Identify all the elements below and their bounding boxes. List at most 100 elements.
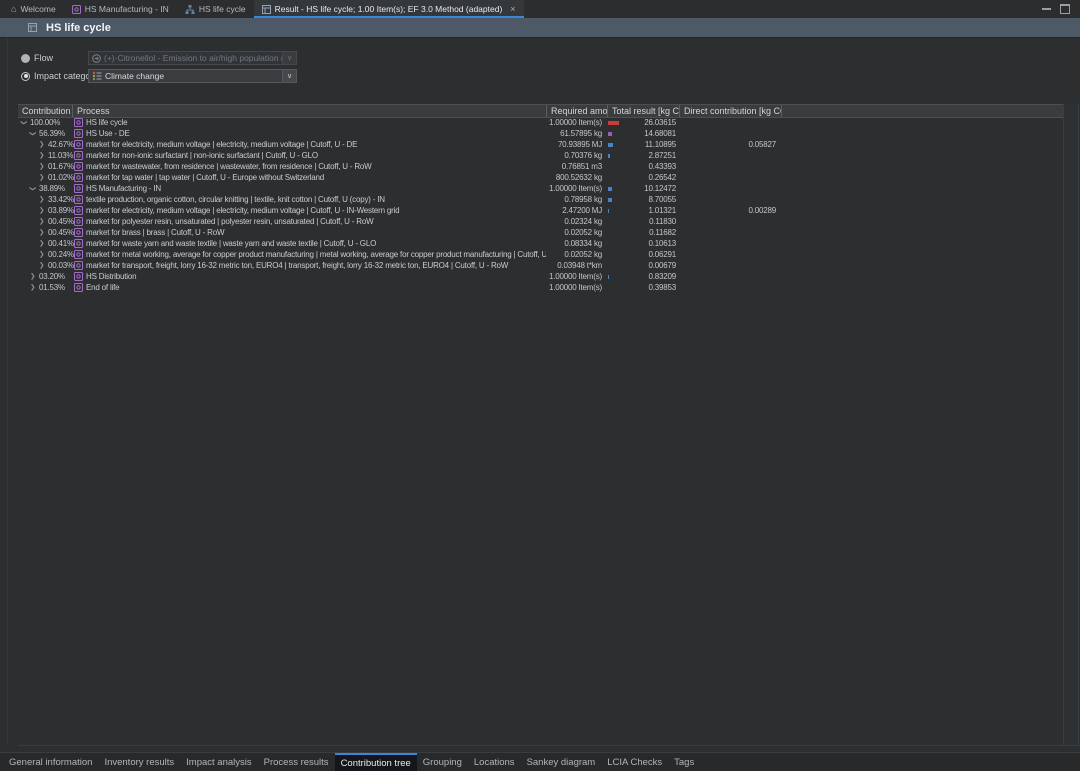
tab-impact-analysis[interactable]: Impact analysis [180,753,257,771]
chevron-down-icon[interactable]: ∨ [282,70,296,82]
page-tabbar: General informationInventory resultsImpa… [0,752,1080,771]
contribution-value: 00.24% [48,249,74,260]
editor-icon [28,23,37,32]
process-icon [74,151,83,160]
process-name: market for wastewater, from residence | … [86,161,372,172]
column-header-direct-contribution[interactable]: Direct contribution [kg CO2 eq] [680,105,782,117]
required-amount-value: 1.00000 Item(s) [418,117,602,128]
contribution-value: 42.67% [48,139,74,150]
process-name: market for tap water | tap water | Cutof… [86,172,324,183]
close-icon[interactable]: × [510,5,515,14]
chevron-right-icon[interactable]: ❯ [39,150,44,161]
contribution-value: 03.20% [39,271,65,282]
process-icon [74,162,83,171]
process-name: HS Distribution [86,271,136,282]
column-header-total-result[interactable]: Total result [kg CO2 eq] [608,105,680,117]
chevron-right-icon[interactable]: ❯ [30,282,35,293]
flow-radio[interactable] [21,54,30,63]
tab-label: Sankey diagram [527,757,596,768]
contribution-value: 00.45% [48,216,74,227]
process-name: HS life cycle [86,117,127,128]
chevron-right-icon[interactable]: ❯ [39,238,44,249]
process-icon [74,118,83,127]
chevron-right-icon[interactable]: ❯ [39,260,44,271]
impact-category-combobox[interactable]: Climate change ∨ [88,69,297,83]
chevron-down-icon: ∨ [282,52,296,64]
contribution-bar [608,143,613,147]
column-header-process[interactable]: Process [73,105,547,117]
tab-process-results[interactable]: Process results [258,753,335,771]
tab-result-hs-life-cycle-1-00-item-s-ef-3-0-method-adapted[interactable]: Result - HS life cycle; 1.00 Item(s); EF… [254,0,524,18]
chevron-right-icon[interactable]: ❯ [39,205,44,216]
table-row[interactable]: ❯ 00.45% market for polyester resin, unsat… [18,216,1063,227]
table-row[interactable]: ❯03.20%HS Distribution1.00000 Item(s)0.8… [18,271,1063,282]
contribution-bar [608,275,609,279]
table-row[interactable]: ❯00.03%market for transport, freight, lo… [18,260,1063,271]
tab-tags[interactable]: Tags [668,753,700,771]
contribution-bar [608,132,612,136]
impact-category-radio[interactable] [21,72,30,81]
tab-label: Contribution tree [341,758,411,769]
tab-contribution-tree[interactable]: Contribution tree [335,753,417,771]
chevron-right-icon[interactable]: ❯ [39,194,44,205]
table-row[interactable]: ❯01.53%End of life1.00000 Item(s)0.39853 [18,282,1063,293]
process-name: market for polyester resin, unsaturated … [86,216,373,227]
process-icon [74,129,83,138]
process-name: HS Manufacturing - IN [86,183,161,194]
tab-general-information[interactable]: General information [3,753,98,771]
table-row[interactable]: ❯100.00%HS life cycle1.00000 Item(s)26.0… [18,117,1063,128]
tab-hs-life-cycle[interactable]: HS life cycle [177,0,254,18]
tab-grouping[interactable]: Grouping [417,753,468,771]
tab-welcome[interactable]: ⌂Welcome [3,0,64,18]
table-row[interactable]: ❯00.41%market for waste yarn and waste t… [18,238,1063,249]
process-icon [74,173,83,182]
chevron-right-icon[interactable]: ❯ [30,271,35,282]
chevron-right-icon[interactable]: ❯ [39,227,44,238]
chevron-right-icon[interactable]: ❯ [39,249,44,260]
required-amount-value: 0.70376 kg [418,150,602,161]
process-name: textile production, organic cotton, circ… [86,194,385,205]
column-header-required-amount[interactable]: Required amount [547,105,608,117]
process-icon [74,206,83,215]
tab-lcia-checks[interactable]: LCIA Checks [601,753,668,771]
chevron-down-icon[interactable]: ❯ [18,120,29,125]
required-amount-value: 800.52632 kg [418,172,602,183]
table-row[interactable]: ❯01.67%market for wastewater, from resid… [18,161,1063,172]
table-row[interactable]: ❯00.24%market for metal working, average… [18,249,1063,260]
table-row[interactable]: ❯03.89%market for electricity, medium vo… [18,205,1063,216]
chevron-right-icon[interactable]: ❯ [39,161,44,172]
page-title: HS life cycle [46,22,111,34]
table-row[interactable]: ❯38.89%HS Manufacturing - IN1.00000 Item… [18,183,1063,194]
table-row[interactable]: ❯33.42%textile production, organic cotto… [18,194,1063,205]
flow-selector-row: Flow (+)-Citronellol - Emission to air/h… [0,51,400,65]
tab-hs-manufacturing-in[interactable]: HS Manufacturing - IN [64,0,177,18]
table-row[interactable]: ❯01.02%market for tap water | tap water … [18,172,1063,183]
minimize-icon[interactable] [1042,8,1051,10]
process-name: market for waste yarn and waste textile … [86,238,376,249]
maximize-icon[interactable] [1060,4,1070,14]
chevron-right-icon[interactable]: ❯ [39,216,44,227]
result-icon [28,23,37,32]
table-row[interactable]: ❯ 42.67% market for electricity, medium vo… [18,139,1063,150]
editor-header: HS life cycle [0,18,1080,38]
process-icon [74,283,83,292]
chevron-down-icon[interactable]: ❯ [27,131,38,136]
tab-sankey-diagram[interactable]: Sankey diagram [521,753,602,771]
process-name: market for electricity, medium voltage |… [86,205,399,216]
chevron-down-icon[interactable]: ❯ [27,186,38,191]
process-icon [74,140,83,149]
table-row[interactable]: ❯00.45%market for brass | brass | Cutoff… [18,227,1063,238]
process-icon [74,228,83,237]
chevron-right-icon[interactable]: ❯ [39,139,44,150]
table-row[interactable]: ❯11.03%market for non-ionic surfactant |… [18,150,1063,161]
tab-locations[interactable]: Locations [468,753,521,771]
chevron-right-icon[interactable]: ❯ [39,172,44,183]
tab-label: Welcome [20,4,55,14]
tab-inventory-results[interactable]: Inventory results [98,753,180,771]
flow-combobox: (+)-Citronellol - Emission to air/high p… [88,51,297,65]
vertical-scrollbar[interactable] [1063,104,1079,745]
table-row[interactable]: ❯56.39%HS Use - DE61.57895 kg14.68081 [18,128,1063,139]
total-result-value: 0.11682 [614,227,676,238]
process-name: market for electricity, medium voltage |… [86,139,357,150]
column-header-contribution[interactable]: Contribution [18,105,73,117]
